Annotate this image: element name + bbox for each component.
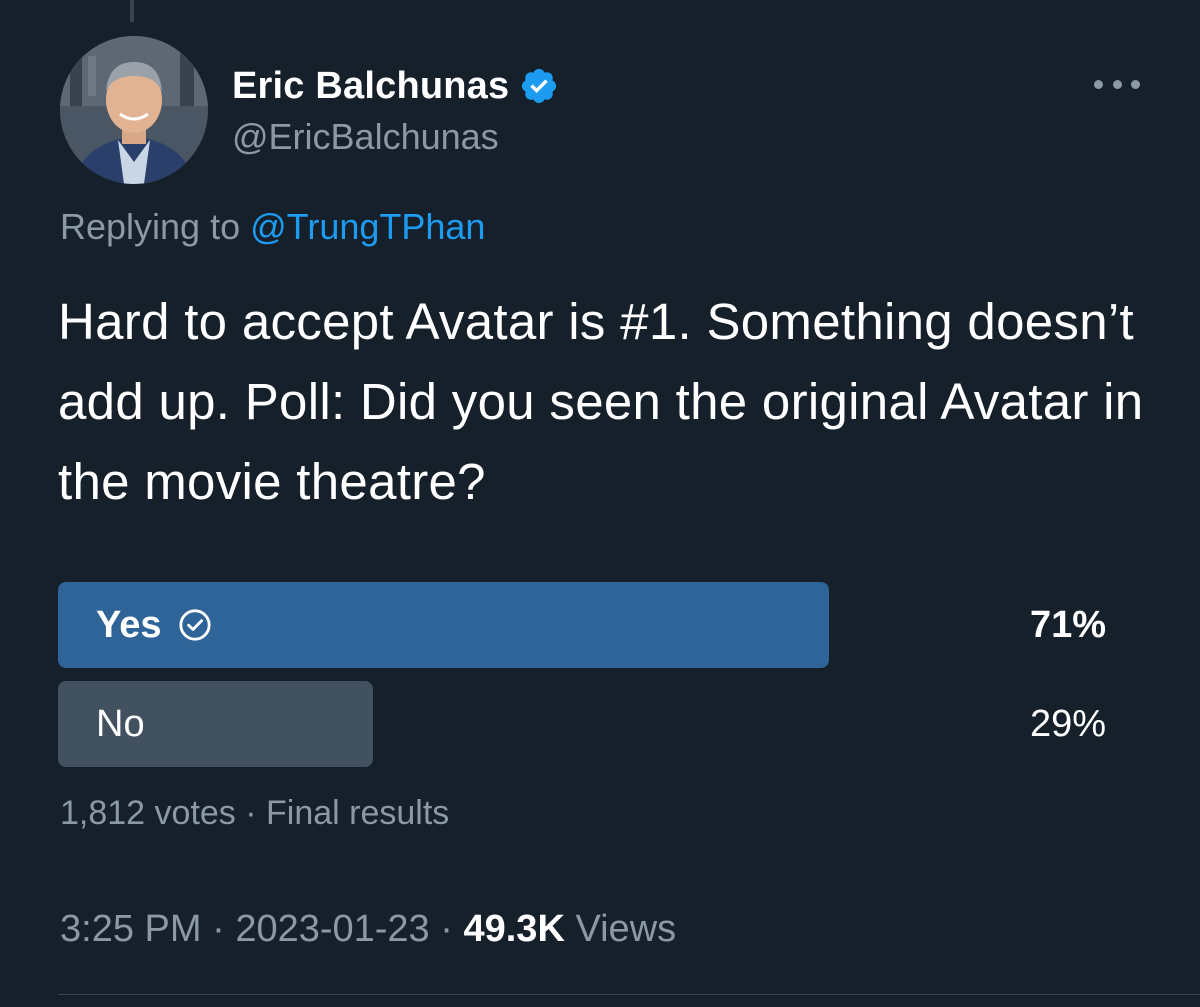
views-count[interactable]: 49.3K xyxy=(463,908,564,950)
poll-option-yes: Yes xyxy=(96,582,212,668)
poll-separator: · xyxy=(235,794,267,832)
poll-option-label: No xyxy=(96,702,145,745)
poll-vote-count: 1,812 votes xyxy=(60,794,236,832)
poll-option-no-percent: 29% xyxy=(1029,702,1106,745)
views-label[interactable]: Views xyxy=(575,908,676,950)
verified-badge-icon xyxy=(519,66,559,106)
meta-separator: · xyxy=(201,908,236,950)
thread-connector-line xyxy=(130,0,134,22)
more-dot xyxy=(1112,79,1122,89)
replying-to-prefix: Replying to xyxy=(60,206,241,247)
poll-option-yes-percent: 71% xyxy=(1029,603,1106,646)
author-handle[interactable]: @EricBalchunas xyxy=(232,116,499,158)
avatar[interactable] xyxy=(60,36,208,184)
tweet-metadata: 3:25 PM · 2023-01-23 · 49.3K Views xyxy=(60,908,676,951)
tweet-text: Hard to accept Avatar is #1. Something d… xyxy=(58,293,1144,510)
tweet-date[interactable]: 2023-01-23 xyxy=(235,908,429,950)
poll-status: Final results xyxy=(266,794,450,832)
more-dot xyxy=(1094,79,1103,89)
more-horizontal-icon[interactable] xyxy=(1094,72,1140,96)
more-dot xyxy=(1131,79,1140,89)
author-display-name[interactable]: Eric Balchunas xyxy=(232,65,509,108)
avatar-image xyxy=(60,36,208,184)
replying-to-line: Replying to @TrungTPhan xyxy=(60,206,485,248)
tweet-time[interactable]: 3:25 PM xyxy=(60,908,202,950)
poll-summary: 1,812 votes · Final results xyxy=(60,794,449,833)
divider xyxy=(58,994,1200,995)
meta-separator: · xyxy=(429,908,464,950)
poll-option-no: No xyxy=(96,681,145,767)
author-name-row: Eric Balchunas xyxy=(232,62,559,110)
reply-mention-link[interactable]: @TrungTPhan xyxy=(250,206,485,247)
check-circle-icon xyxy=(178,608,212,642)
poll-option-label: Yes xyxy=(96,603,162,646)
